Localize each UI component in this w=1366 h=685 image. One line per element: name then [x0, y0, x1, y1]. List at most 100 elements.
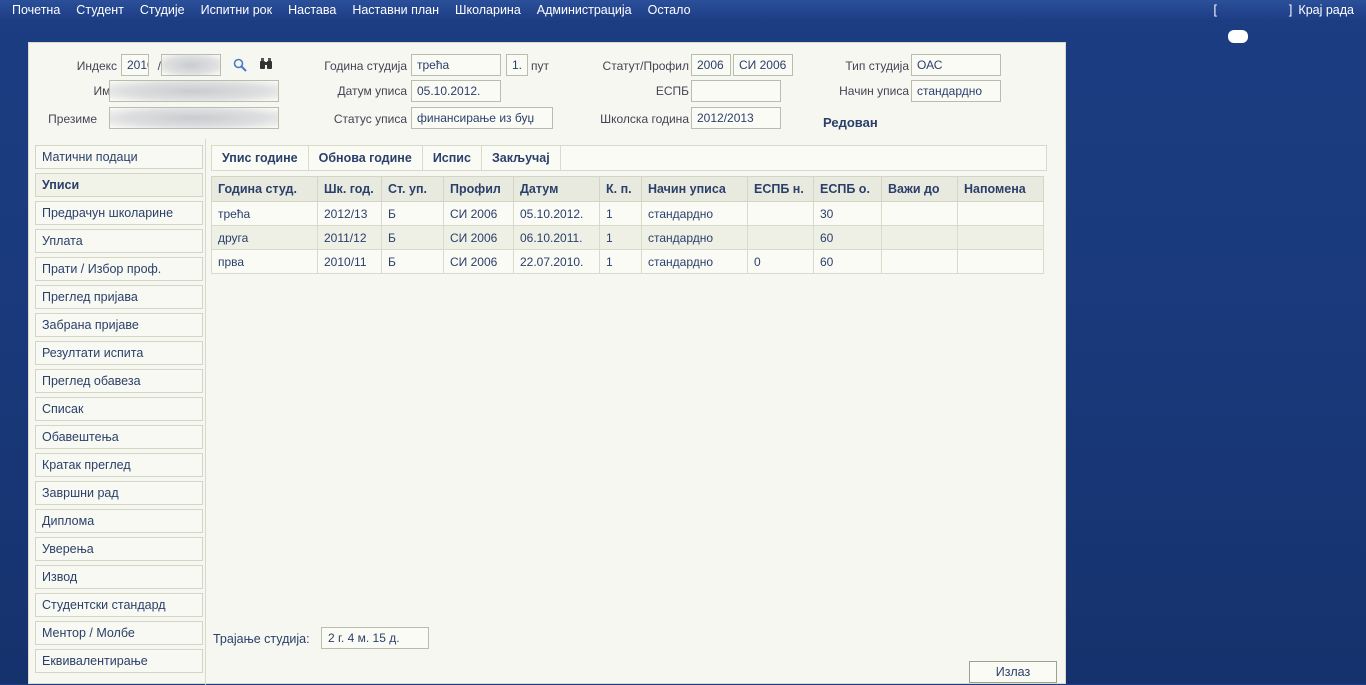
sidebar-item[interactable]: Завршни рад [35, 481, 203, 505]
menu-item[interactable]: Наставни план [352, 3, 447, 17]
sidebar: Матични подаци Уписи Предрачун школарине Уп… [35, 145, 203, 677]
column-header[interactable]: Датум [513, 176, 600, 202]
espb-label: ЕСПБ [655, 84, 689, 98]
table-cell [957, 225, 1044, 250]
table-cell: СИ 2006 [443, 201, 514, 226]
times-field[interactable]: 1. [506, 54, 528, 76]
study-type-label: Тип студија [845, 59, 909, 73]
sidebar-item[interactable]: Предрачун школарине [35, 201, 203, 225]
sidebar-item[interactable]: Уплата [35, 229, 203, 253]
surname-label: Презиме [48, 112, 97, 126]
menu-items: Почетна Студент Студије Испитни рок Настава Н… [12, 3, 707, 17]
user-placeholder [1223, 3, 1283, 17]
index-separator: / [157, 59, 161, 73]
sidebar-item[interactable]: Списак [35, 397, 203, 421]
name-field[interactable] [109, 80, 279, 102]
sidebar-item[interactable]: Резултати испита [35, 341, 203, 365]
table-cell: СИ 2006 [443, 225, 514, 250]
logout-link[interactable]: Крај рада [1298, 3, 1354, 17]
table-cell: прва [211, 249, 318, 274]
menu-right: [ ] Крај рада [1213, 3, 1354, 17]
table-cell: 1 [599, 249, 642, 274]
bracket-open: [ [1213, 3, 1217, 17]
table-cell [881, 225, 958, 250]
sidebar-item[interactable]: Еквивалентирање [35, 649, 203, 673]
table-cell [747, 225, 814, 250]
index-number-field[interactable] [161, 54, 221, 76]
search-icon[interactable] [233, 58, 247, 72]
table-cell [957, 201, 1044, 226]
study-type-field[interactable]: ОАС [911, 54, 1001, 76]
main-panel: Индекс 2010 / Име Презиме Година студија… [28, 42, 1066, 685]
column-header[interactable]: Напомена [957, 176, 1044, 202]
sidebar-item[interactable]: Диплома [35, 509, 203, 533]
tab[interactable]: Закључај [482, 146, 561, 170]
column-header[interactable]: ЕСПБ н. [747, 176, 814, 202]
sidebar-item[interactable]: Прати / Избор проф. [35, 257, 203, 281]
sidebar-item[interactable]: Извод [35, 565, 203, 589]
menu-item[interactable]: Студент [76, 3, 132, 17]
table-cell [747, 201, 814, 226]
table-cell: 22.07.2010. [513, 249, 600, 274]
menu-item[interactable]: Почетна [12, 3, 68, 17]
menu-item[interactable]: Администрација [537, 3, 640, 17]
table-cell: 1 [599, 201, 642, 226]
column-header[interactable]: Важи до [881, 176, 958, 202]
table-cell: 0 [747, 249, 814, 274]
table-cell: 2011/12 [317, 225, 382, 250]
bracket-close: ] [1288, 3, 1293, 17]
sidebar-item[interactable]: Матични подаци [35, 145, 203, 169]
sidebar-item[interactable]: Забрана пријаве [35, 313, 203, 337]
table-cell: 60 [813, 249, 882, 274]
table-cell: 1 [599, 225, 642, 250]
column-header[interactable]: Ст. уп. [381, 176, 444, 202]
table-row[interactable]: прва 2010/11 Б СИ 2006 22.07.2010. 1 стандардн… [211, 249, 1044, 274]
tab[interactable]: Испис [423, 146, 482, 170]
espb-field[interactable] [691, 80, 781, 102]
times-label: пут [531, 59, 549, 73]
tab[interactable]: Упис године [212, 146, 309, 170]
column-header[interactable]: К. п. [599, 176, 642, 202]
table-row[interactable]: трећа 2012/13 Б СИ 2006 05.10.2012. 1 стандард… [211, 201, 1044, 226]
sidebar-item[interactable]: Преглед пријава [35, 285, 203, 309]
top-menu-bar: Почетна Студент Студије Испитни рок Настава Н… [0, 0, 1366, 22]
sidebar-item[interactable]: Обавештења [35, 425, 203, 449]
tab[interactable]: Обнова године [309, 146, 423, 170]
enroll-date-field[interactable]: 05.10.2012. [411, 80, 501, 102]
table-cell: Б [381, 201, 444, 226]
binoculars-icon[interactable] [259, 57, 273, 71]
profile-field[interactable]: СИ 2006 [733, 54, 793, 76]
menu-item[interactable]: Испитни рок [201, 3, 280, 17]
sidebar-item[interactable]: Уверења [35, 537, 203, 561]
column-header[interactable]: Шк. год. [317, 176, 382, 202]
column-header[interactable]: Профил [443, 176, 514, 202]
study-year-field[interactable]: трећа [411, 54, 501, 76]
column-header[interactable]: Начин уписа [641, 176, 748, 202]
sidebar-item[interactable]: Преглед обавеза [35, 369, 203, 393]
menu-item[interactable]: Остало [648, 3, 699, 17]
enroll-date-label: Датум уписа [337, 84, 408, 98]
table-cell: стандардно [641, 201, 748, 226]
duration-field: 2 г. 4 м. 15 д. [321, 627, 429, 649]
statute-year-field[interactable]: 2006 [691, 54, 731, 76]
sidebar-item[interactable]: Уписи [35, 173, 203, 197]
table-cell: 60 [813, 225, 882, 250]
action-tabs: Упис године Обнова године Испис Закључај [211, 145, 1047, 171]
exit-button[interactable]: Излаз [969, 661, 1057, 683]
enroll-mode-field[interactable]: стандардно [911, 80, 1001, 102]
sidebar-item[interactable]: Ментор / Молбе [35, 621, 203, 645]
enrollment-table: Година студ. Шк. год. Ст. уп. Профил Датум К.… [211, 176, 1044, 274]
menu-item[interactable]: Студије [140, 3, 193, 17]
sidebar-item[interactable]: Студентски стандард [35, 593, 203, 617]
table-cell [881, 201, 958, 226]
column-header[interactable]: Година студ. [211, 176, 318, 202]
enroll-status-field[interactable]: финансирање из буџ [411, 107, 553, 129]
table-row[interactable]: друга 2011/12 Б СИ 2006 06.10.2011. 1 стандард… [211, 225, 1044, 250]
menu-item[interactable]: Настава [288, 3, 344, 17]
sidebar-item[interactable]: Кратак преглед [35, 453, 203, 477]
surname-field[interactable] [109, 107, 279, 129]
column-header[interactable]: ЕСПБ о. [813, 176, 882, 202]
menu-item[interactable]: Школарина [455, 3, 529, 17]
school-year-field[interactable]: 2012/2013 [691, 107, 781, 129]
index-year-field[interactable]: 2010 [121, 54, 149, 76]
